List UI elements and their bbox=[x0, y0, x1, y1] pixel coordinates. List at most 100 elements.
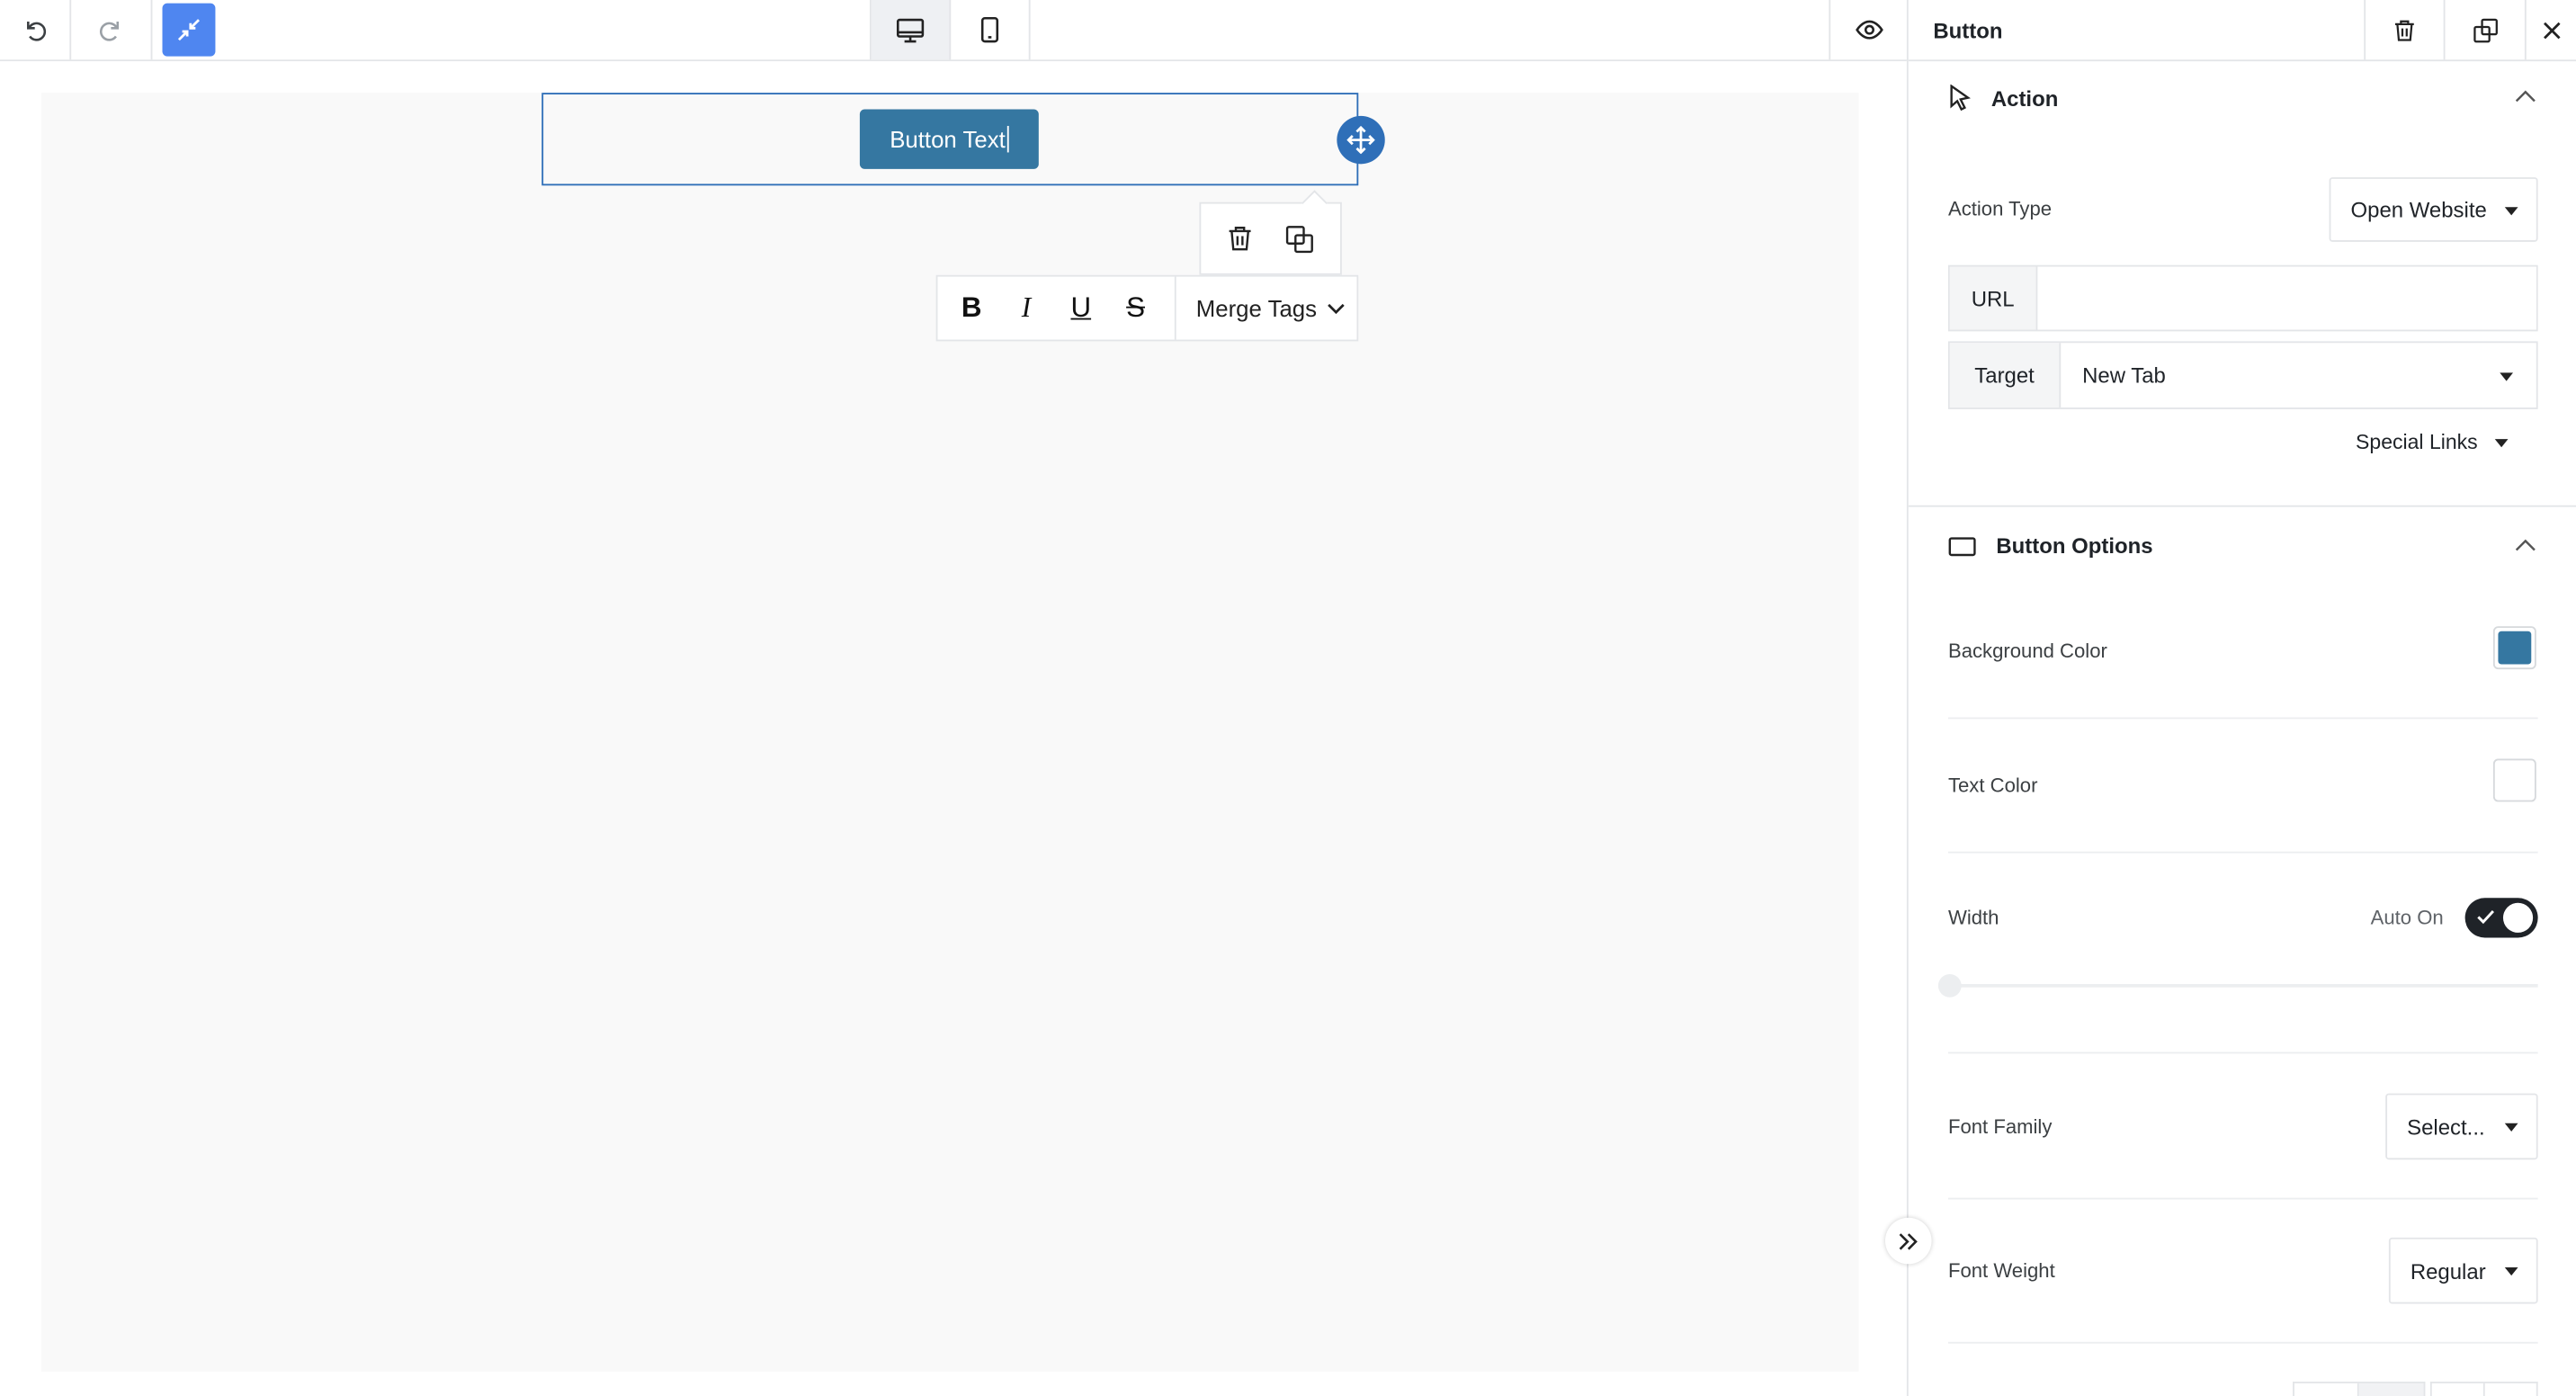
width-label: Width bbox=[1947, 906, 1999, 930]
caret-down-icon bbox=[2500, 371, 2514, 380]
redo-button[interactable] bbox=[71, 0, 153, 60]
text-color-label: Text Color bbox=[1947, 774, 2038, 797]
text-format-toolbar: B I U S Merge Tags bbox=[935, 274, 1359, 342]
button-options-title: Button Options bbox=[1996, 533, 2153, 559]
italic-button[interactable]: I bbox=[999, 277, 1054, 340]
chevron-up-icon[interactable] bbox=[2515, 89, 2536, 103]
button-icon bbox=[1948, 536, 1976, 556]
panel-title: Button bbox=[1933, 18, 2003, 43]
merge-tags-label: Merge Tags bbox=[1195, 294, 1318, 322]
font-family-select[interactable]: Select... bbox=[2385, 1093, 2538, 1160]
cursor-icon bbox=[1950, 84, 1971, 112]
action-type-value: Open Website bbox=[2350, 197, 2487, 222]
font-family-value: Select... bbox=[2407, 1114, 2485, 1140]
align-option[interactable] bbox=[2294, 1383, 2359, 1396]
caret-down-icon bbox=[2504, 1123, 2518, 1132]
divider bbox=[1947, 717, 2538, 720]
target-value: New Tab bbox=[2082, 362, 2166, 388]
section-divider bbox=[1908, 505, 2576, 507]
width-slider-thumb[interactable] bbox=[1937, 973, 1962, 998]
action-type-label: Action Type bbox=[1947, 197, 2053, 220]
block-actions-toolbar bbox=[1199, 201, 1342, 275]
duplicate-icon bbox=[2473, 17, 2498, 42]
close-icon bbox=[2544, 21, 2561, 39]
auto-width-label: Auto On bbox=[2370, 906, 2444, 930]
url-label: URL bbox=[1949, 266, 2038, 330]
underline-button[interactable]: U bbox=[1053, 277, 1108, 340]
divider bbox=[1947, 851, 2538, 854]
duplicate-icon bbox=[1285, 225, 1313, 253]
double-chevron-right-icon bbox=[1899, 1232, 1918, 1249]
duplicate-block-button[interactable] bbox=[1285, 225, 1313, 253]
desktop-icon bbox=[896, 17, 925, 42]
divider bbox=[1947, 1197, 2538, 1200]
text-cursor bbox=[1006, 125, 1009, 153]
properties-panel: Button Action Action Type Open Website U… bbox=[1906, 0, 2576, 1396]
font-weight-select[interactable]: Regular bbox=[2388, 1237, 2538, 1304]
caret-down-icon bbox=[2504, 1266, 2518, 1276]
merge-tags-dropdown[interactable]: Merge Tags bbox=[1176, 295, 1346, 321]
toggle-panel-button[interactable] bbox=[1884, 1217, 1932, 1265]
strikethrough-button[interactable]: S bbox=[1108, 277, 1163, 340]
special-links-label: Special Links bbox=[2356, 430, 2478, 454]
background-color-fill bbox=[2498, 631, 2532, 665]
editor-canvas-area bbox=[0, 61, 1907, 1396]
background-color-swatch[interactable] bbox=[2492, 626, 2536, 670]
font-family-label: Font Family bbox=[1947, 1114, 2053, 1139]
button-block-text[interactable]: Button Text bbox=[890, 126, 1006, 152]
auto-width-toggle[interactable] bbox=[2464, 898, 2538, 938]
align-option[interactable] bbox=[2432, 1383, 2484, 1396]
target-select[interactable]: New Tab bbox=[2061, 343, 2536, 407]
alignment-group-2[interactable] bbox=[2429, 1382, 2538, 1396]
eye-icon bbox=[1856, 20, 1883, 40]
desktop-view-button[interactable] bbox=[871, 0, 952, 60]
url-input[interactable] bbox=[2037, 266, 2536, 330]
align-option[interactable] bbox=[2484, 1383, 2536, 1396]
toggle-knob bbox=[2502, 902, 2534, 933]
mobile-view-button[interactable] bbox=[951, 0, 1031, 60]
bold-button[interactable]: B bbox=[944, 277, 999, 340]
alignment-group[interactable] bbox=[2293, 1382, 2426, 1396]
url-field: URL bbox=[1947, 264, 2538, 332]
top-toolbar bbox=[0, 0, 1909, 62]
caret-down-icon bbox=[2504, 206, 2518, 215]
device-switcher bbox=[869, 0, 1031, 60]
panel-header: Button bbox=[1908, 0, 2576, 62]
special-links-dropdown[interactable]: Special Links bbox=[2356, 431, 2508, 454]
action-type-select[interactable]: Open Website bbox=[2329, 177, 2538, 242]
trash-icon bbox=[1229, 227, 1251, 251]
target-field: Target New Tab bbox=[1947, 341, 2538, 409]
font-weight-value: Regular bbox=[2410, 1257, 2486, 1284]
move-icon bbox=[1346, 125, 1375, 155]
font-weight-label: Font Weight bbox=[1947, 1258, 2055, 1283]
undo-icon bbox=[27, 21, 47, 41]
button-options-header[interactable]: Button Options bbox=[1948, 533, 2153, 559]
action-section-title: Action bbox=[1990, 85, 2059, 111]
divider bbox=[1947, 1341, 2538, 1344]
drag-handle[interactable] bbox=[1337, 115, 1385, 165]
target-label: Target bbox=[1949, 343, 2062, 408]
caret-down-icon bbox=[2494, 438, 2508, 447]
text-color-swatch[interactable] bbox=[2492, 758, 2536, 802]
chevron-up-icon[interactable] bbox=[2515, 539, 2536, 552]
action-section-header[interactable]: Action bbox=[1948, 84, 2059, 112]
background-color-label: Background Color bbox=[1947, 639, 2107, 663]
redo-icon bbox=[100, 21, 120, 41]
button-block[interactable]: Button Text bbox=[859, 109, 1039, 169]
width-slider-track[interactable] bbox=[1949, 984, 2538, 988]
undo-button[interactable] bbox=[0, 0, 72, 60]
collapse-icon bbox=[177, 19, 200, 41]
mobile-icon bbox=[980, 16, 999, 43]
check-icon bbox=[2477, 909, 2494, 925]
preview-button[interactable] bbox=[1829, 0, 1908, 60]
chevron-down-icon bbox=[1327, 302, 1345, 314]
panel-delete-button[interactable] bbox=[2364, 0, 2443, 60]
panel-close-button[interactable] bbox=[2524, 0, 2576, 60]
text-color-fill bbox=[2498, 764, 2532, 797]
panel-duplicate-button[interactable] bbox=[2443, 0, 2525, 60]
align-option[interactable] bbox=[2358, 1383, 2424, 1396]
divider bbox=[1947, 1051, 2538, 1054]
trash-icon bbox=[2394, 19, 2414, 40]
collapse-button[interactable] bbox=[162, 3, 216, 57]
delete-block-button[interactable] bbox=[1228, 225, 1253, 251]
